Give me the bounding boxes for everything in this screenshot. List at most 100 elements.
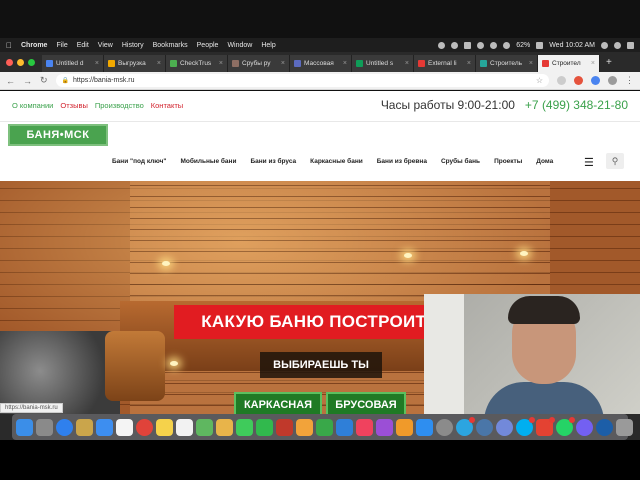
phone-number[interactable]: +7 (499) 348-21-80 (525, 98, 628, 112)
browser-tab[interactable]: Массовая × (290, 55, 352, 72)
quicktime-icon[interactable] (596, 418, 613, 436)
nav-turnkey[interactable]: Бани "под ключ" (112, 158, 166, 165)
podcasts-icon[interactable] (376, 418, 393, 436)
menu-file[interactable]: File (56, 42, 67, 49)
tab-close-icon[interactable]: × (467, 60, 471, 67)
vk-icon[interactable] (476, 418, 493, 436)
frame-sauna-button[interactable]: КАРКАСНАЯ (234, 392, 322, 416)
tab-close-icon[interactable]: × (219, 60, 223, 67)
maps-icon[interactable] (196, 418, 213, 436)
status-icon-4[interactable] (477, 41, 485, 49)
safari-icon[interactable] (56, 418, 73, 436)
browser-tab[interactable]: Строитель × (476, 55, 538, 72)
link-reviews[interactable]: Отзывы (60, 101, 87, 110)
nav-houses[interactable]: Дома (536, 158, 553, 165)
menu-people[interactable]: People (197, 42, 219, 49)
site-logo[interactable]: БАНЯ•МСК (8, 124, 108, 146)
user-icon[interactable] (614, 41, 621, 49)
keynote-icon[interactable] (336, 418, 353, 436)
nav-projects[interactable]: Проекты (494, 158, 522, 165)
status-icon-1[interactable] (438, 41, 446, 49)
timber-sauna-button[interactable]: БРУСОВАЯ (326, 392, 406, 416)
zoom-window-icon[interactable] (28, 59, 35, 66)
nav-log-frames[interactable]: Срубы бань (441, 158, 480, 165)
browser-tab[interactable]: Строител × (538, 55, 600, 72)
address-url[interactable]: https://bania-msk.ru (73, 77, 134, 84)
apple-menu-icon[interactable]:  (6, 41, 12, 50)
chrome-icon[interactable] (136, 418, 153, 436)
nav-frame[interactable]: Каркасные бани (310, 158, 363, 165)
bookmark-star-icon[interactable]: ☆ (536, 76, 543, 85)
nav-mobile[interactable]: Мобильные бани (180, 158, 236, 165)
tab-close-icon[interactable]: × (157, 60, 161, 67)
viber-icon[interactable] (576, 418, 593, 436)
numbers-icon[interactable] (316, 418, 333, 436)
tab-close-icon[interactable]: × (405, 60, 409, 67)
extension-icon-1[interactable] (557, 76, 566, 85)
skype-icon[interactable] (516, 416, 535, 436)
notification-center-icon[interactable] (627, 41, 634, 49)
reload-icon[interactable]: ↻ (40, 75, 48, 86)
todoist-icon[interactable] (536, 416, 555, 436)
notes-icon[interactable] (76, 418, 93, 436)
hamburger-menu-icon[interactable]: ☰ (584, 156, 594, 169)
discord-icon[interactable] (496, 418, 513, 436)
photo-booth-icon[interactable] (276, 418, 293, 436)
menu-bookmarks[interactable]: Bookmarks (153, 42, 188, 49)
photos-icon[interactable] (216, 418, 233, 436)
minimize-window-icon[interactable] (17, 59, 24, 66)
menu-window[interactable]: Window (227, 42, 252, 49)
tab-close-icon[interactable]: × (591, 60, 595, 67)
browser-tab[interactable]: Срубы ру × (228, 55, 290, 72)
link-contacts[interactable]: Контакты (151, 101, 183, 110)
stickies-icon[interactable] (156, 418, 173, 436)
finder-icon[interactable] (16, 418, 33, 436)
new-tab-icon[interactable]: + (606, 57, 612, 68)
system-preferences-icon[interactable] (436, 418, 453, 436)
calendar-icon[interactable] (116, 418, 133, 436)
browser-tab[interactable]: CheckTrus × (166, 55, 228, 72)
books-icon[interactable] (396, 418, 413, 436)
tab-close-icon[interactable]: × (529, 60, 533, 67)
tab-close-icon[interactable]: × (281, 60, 285, 67)
search-icon[interactable]: ⚲ (606, 153, 624, 169)
mail-icon[interactable] (96, 418, 113, 436)
menubar-clock[interactable]: Wed 10:02 AM (549, 42, 595, 49)
wifi-icon[interactable] (503, 41, 511, 49)
menu-history[interactable]: History (122, 42, 144, 49)
nav-timber[interactable]: Бани из бруса (250, 158, 296, 165)
menu-edit[interactable]: Edit (77, 42, 89, 49)
telegram-icon[interactable] (456, 416, 475, 436)
extension-icon-2[interactable] (574, 76, 583, 85)
nav-log[interactable]: Бани из бревна (377, 158, 427, 165)
address-bar[interactable]: 🔒 https://bania-msk.ru ☆ (55, 74, 549, 87)
tab-close-icon[interactable]: × (95, 60, 99, 67)
browser-menu-icon[interactable]: ⋮ (625, 75, 634, 86)
spotlight-icon[interactable] (601, 41, 608, 49)
pages-icon[interactable] (296, 418, 313, 436)
status-icon-5[interactable] (490, 41, 498, 49)
whatsapp-icon[interactable] (556, 416, 575, 436)
status-icon-3[interactable] (464, 41, 472, 49)
browser-tab[interactable]: Untitled s × (352, 55, 414, 72)
status-icon-2[interactable] (451, 41, 459, 49)
app-store-icon[interactable] (416, 418, 433, 436)
music-icon[interactable] (356, 418, 373, 436)
browser-tab[interactable]: Untitled d × (42, 55, 104, 72)
back-icon[interactable]: ← (6, 76, 15, 86)
browser-tab[interactable]: Выгрузка × (104, 55, 166, 72)
launchpad-icon[interactable] (36, 418, 53, 436)
forward-icon[interactable]: → (23, 76, 32, 86)
reminders-icon[interactable] (176, 418, 193, 436)
battery-percent[interactable]: 62% (516, 42, 530, 49)
tab-close-icon[interactable]: × (343, 60, 347, 67)
profile-avatar-icon[interactable] (608, 76, 617, 85)
link-production[interactable]: Производство (95, 101, 144, 110)
menu-app-name[interactable]: Chrome (21, 42, 47, 49)
flag-icon[interactable] (536, 41, 544, 49)
extension-icon-3[interactable] (591, 76, 600, 85)
browser-tab[interactable]: External li × (414, 55, 476, 72)
facetime-icon[interactable] (256, 418, 273, 436)
link-about[interactable]: О компании (12, 101, 53, 110)
menu-help[interactable]: Help (261, 42, 275, 49)
